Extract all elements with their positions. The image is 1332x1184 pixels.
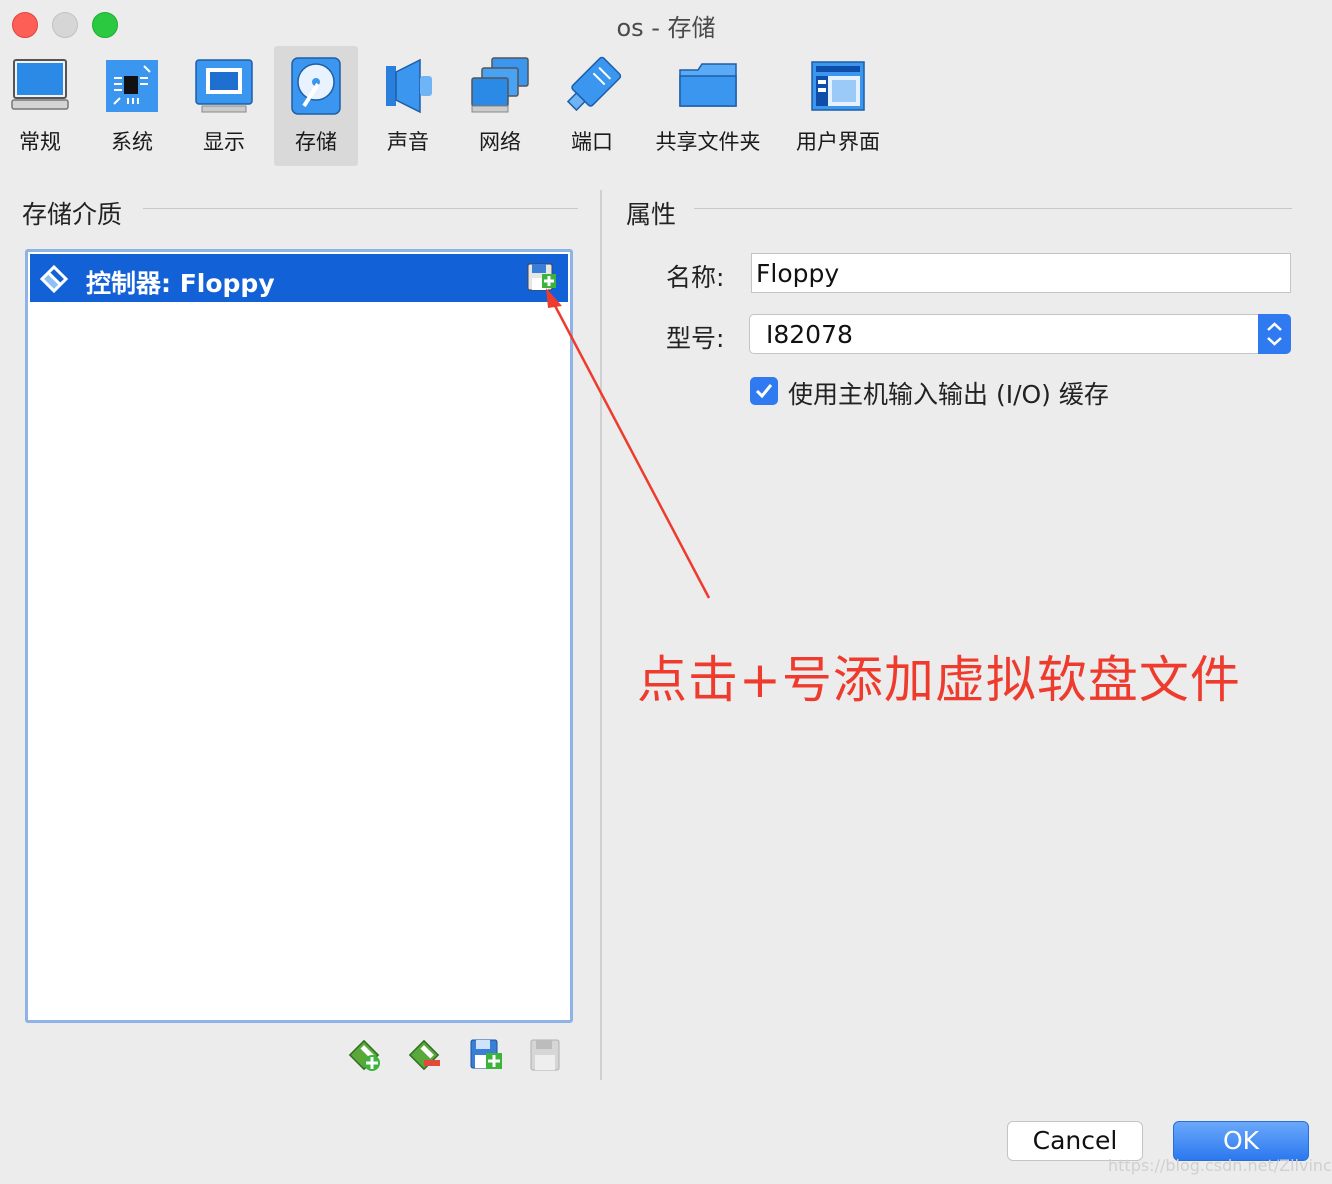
add-attachment-button[interactable] [468, 1037, 504, 1073]
properties-title: 属性 [626, 200, 677, 229]
checkmark-icon [755, 384, 773, 399]
tab-network[interactable]: 网络 [460, 46, 540, 166]
system-chip-icon [106, 60, 158, 112]
tab-general[interactable]: 常规 [0, 46, 80, 166]
tab-storage[interactable]: 存储 [274, 46, 358, 166]
add-controller-button[interactable] [348, 1037, 384, 1073]
shared-folder-icon [679, 63, 737, 107]
tab-audio[interactable]: 声音 [368, 46, 448, 166]
tab-user-interface[interactable]: 用户界面 [788, 46, 888, 166]
storage-media-divider [143, 208, 578, 209]
updown-arrows-icon [1258, 314, 1291, 354]
cancel-button[interactable]: Cancel [1007, 1121, 1143, 1161]
speaker-icon [386, 58, 432, 114]
tab-shared-folders[interactable]: 共享文件夹 [648, 46, 768, 166]
name-input[interactable] [751, 253, 1291, 293]
ok-button[interactable]: OK [1173, 1121, 1309, 1161]
remove-attachment-button[interactable] [528, 1037, 564, 1073]
host-io-cache-label: 使用主机输入输出 (I/O) 缓存 [788, 380, 1109, 409]
display-icon [195, 59, 253, 113]
port-connector-icon [566, 56, 622, 112]
tab-display[interactable]: 显示 [184, 46, 264, 166]
panel-divider [600, 190, 602, 1080]
title-bar: os - 存储 [0, 0, 1332, 48]
type-select[interactable]: I82078 [749, 314, 1291, 354]
properties-divider [694, 208, 1292, 209]
annotation-text: 点击+号添加虚拟软盘文件 [637, 651, 1241, 709]
watermark: https://blog.csdn.net/Zllvincent [1108, 1156, 1332, 1175]
add-floppy-disk-icon[interactable] [526, 262, 558, 294]
network-icon [471, 57, 529, 113]
remove-controller-button[interactable] [408, 1037, 444, 1073]
user-interface-icon [811, 61, 865, 111]
window-title: os - 存储 [616, 14, 716, 42]
name-label: 名称: [666, 263, 725, 292]
storage-media-title: 存储介质 [22, 200, 123, 229]
storage-tree[interactable]: 控制器: Floppy [25, 249, 573, 1023]
host-io-cache-checkbox[interactable] [750, 377, 778, 405]
tab-system[interactable]: 系统 [92, 46, 172, 166]
settings-toolbar: 常规 系统 显示 存储 声音 网络 端口 共享文件夹 用户界面 [0, 46, 1332, 168]
storage-disk-icon [291, 57, 341, 115]
controller-floppy-row[interactable]: 控制器: Floppy [30, 254, 568, 302]
type-select-value: I82078 [766, 320, 853, 349]
tab-ports[interactable]: 端口 [552, 46, 632, 166]
floppy-controller-icon [39, 264, 69, 294]
type-label: 型号: [666, 324, 725, 353]
general-monitor-icon [11, 59, 69, 110]
controller-label: 控制器: Floppy [86, 269, 275, 298]
